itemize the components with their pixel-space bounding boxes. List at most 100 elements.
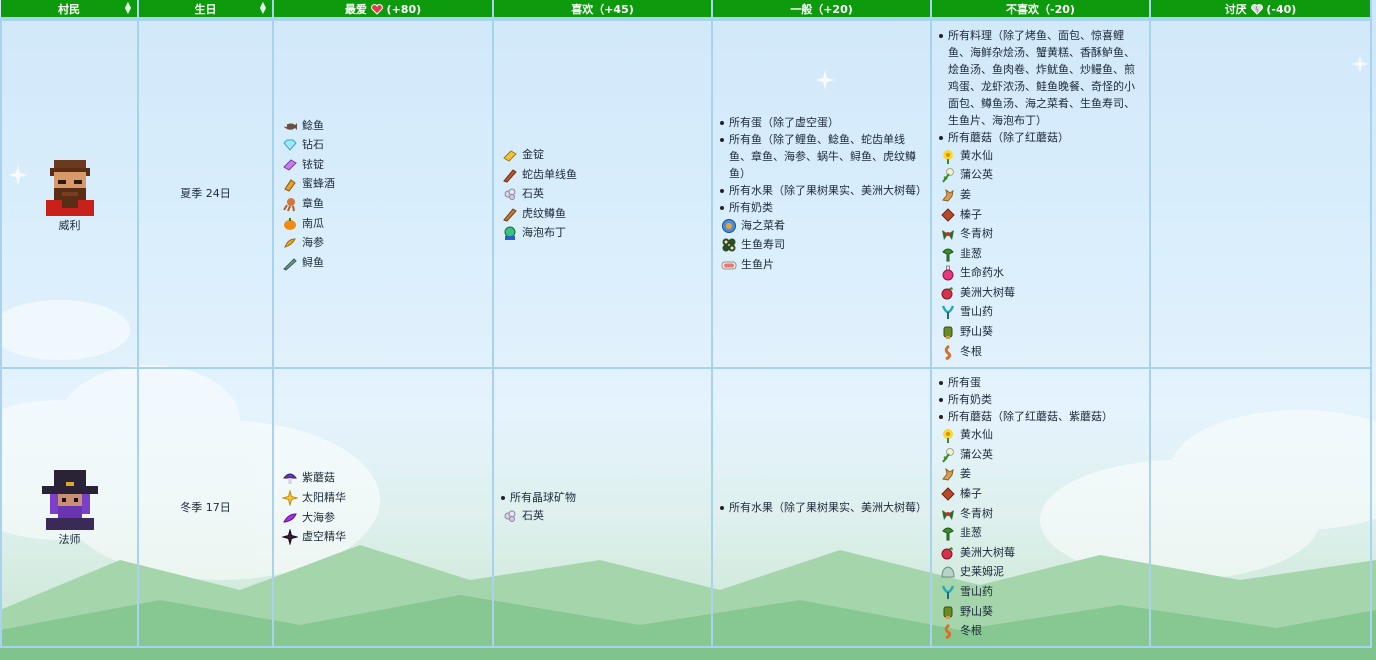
bullet-text: 所有水果（除了果树果实、美洲大树莓） xyxy=(729,183,927,197)
wizard-portrait[interactable] xyxy=(38,466,102,530)
list-item[interactable]: 黄水仙 xyxy=(943,425,1143,445)
bullet-text: 所有蘑菇（除了红蘑菇） xyxy=(948,130,1069,144)
item-label: 钻石 xyxy=(302,138,324,152)
sort-icon[interactable]: ▲ ▼ xyxy=(125,1,131,15)
list-item[interactable]: 韭葱 xyxy=(942,244,1143,264)
list-item[interactable]: 韭葱 xyxy=(942,523,1143,543)
hate-cell xyxy=(1149,18,1372,369)
list-item[interactable]: 海参 xyxy=(284,233,486,253)
void-essence-icon xyxy=(282,529,298,546)
list-item[interactable]: 姜 xyxy=(942,464,1143,484)
list-item[interactable]: 蛇齿单线鱼 xyxy=(503,165,705,185)
list-item[interactable]: 冬青树 xyxy=(942,504,1143,524)
item-label: 冬青树 xyxy=(960,506,993,520)
list-item[interactable]: 生鱼寿司 xyxy=(722,235,924,255)
header-row: 村民 ▲ ▼ 生日 ▲ ▼ 最爱 (+80) 喜欢（+45) 一般（+20) 不喜欢… xyxy=(1,0,1372,21)
item-label: 黄水仙 xyxy=(960,428,993,442)
villager-cell: 法师 xyxy=(0,367,139,648)
list-item[interactable]: 冬根 xyxy=(944,621,1143,641)
list-item[interactable]: 榛子 xyxy=(941,205,1143,225)
list-item[interactable]: 钻石 xyxy=(283,135,486,155)
list-item[interactable]: 生命药水 xyxy=(942,263,1143,283)
list-item[interactable]: 雪山药 xyxy=(941,302,1143,322)
catfish-icon xyxy=(284,122,297,130)
table-row: 法师 冬季 17日 紫蘑菇 太阳精华 大海参 虚空精华 所有晶球矿物 石英 所有… xyxy=(0,367,1372,648)
col-header-like: 喜欢（+45) xyxy=(493,0,713,21)
item-label: 蒲公英 xyxy=(960,447,993,461)
like-cell: 所有晶球矿物 石英 xyxy=(492,367,713,648)
neutral-cell: 所有蛋（除了虚空蛋） 所有鱼（除了鲤鱼、鲶鱼、蛇齿单线鱼、章鱼、海参、蜗牛、鲟鱼… xyxy=(711,18,932,369)
list-item[interactable]: 美洲大树莓 xyxy=(941,543,1143,563)
item-label: 太阳精华 xyxy=(302,490,346,504)
list-item[interactable]: 黄水仙 xyxy=(943,146,1143,166)
list-item[interactable]: 海之菜肴 xyxy=(722,216,924,236)
birthday-cell: 夏季 24日 xyxy=(137,18,274,369)
solar-essence-icon xyxy=(282,489,298,506)
list-item[interactable]: 石英 xyxy=(504,506,705,526)
list-item[interactable]: 蒲公英 xyxy=(942,445,1143,465)
list-item: 所有蛋 xyxy=(939,374,1143,391)
item-label: 虎纹鳟鱼 xyxy=(522,206,566,220)
list-item: 所有奶类 xyxy=(939,391,1143,408)
list-item[interactable]: 蒲公英 xyxy=(942,165,1143,185)
list-item[interactable]: 史莱姆泥 xyxy=(941,562,1143,582)
item-label: 蒲公英 xyxy=(960,168,993,182)
dislike-cell: 所有料理（除了烤鱼、面包、惊喜鲤鱼、海鲜杂烩汤、蟹黄糕、香酥鲈鱼、烩鱼汤、鱼肉卷… xyxy=(930,18,1151,369)
willy-portrait[interactable] xyxy=(38,152,102,217)
list-item[interactable]: 鲟鱼 xyxy=(283,253,486,273)
item-label: 冬根 xyxy=(960,624,982,638)
item-label: 冬根 xyxy=(960,344,982,358)
list-item[interactable]: 大海参 xyxy=(283,508,486,528)
dislike-bullets: 所有蛋 所有奶类 所有蘑菇（除了红蘑菇、紫蘑菇） xyxy=(938,374,1143,425)
hate-cell xyxy=(1149,367,1372,648)
list-item[interactable]: 榛子 xyxy=(941,484,1143,504)
list-item[interactable]: 南瓜 xyxy=(284,214,486,234)
list-item[interactable]: 章鱼 xyxy=(283,194,486,214)
col-header-neutral: 一般（+20) xyxy=(712,0,932,21)
list-item[interactable]: 海泡布丁 xyxy=(504,223,705,243)
villager-name[interactable]: 威利 xyxy=(8,216,131,236)
list-item[interactable]: 紫蘑菇 xyxy=(282,468,486,488)
list-item[interactable]: 生鱼片 xyxy=(721,255,924,275)
list-item[interactable]: 太阳精华 xyxy=(282,488,486,508)
table-row: 威利 夏季 24日 鲶鱼 钻石 铱锭 蜜蜂酒 章鱼 南瓜 海参 鲟鱼 金锭 蛇齿… xyxy=(0,18,1372,369)
item-label: 榛子 xyxy=(960,487,982,501)
list-item[interactable]: 姜 xyxy=(942,185,1143,205)
sturgeon-icon xyxy=(283,258,297,271)
col-header-birthday-label: 生日 xyxy=(194,2,217,16)
bullet-text: 所有奶类 xyxy=(729,200,773,214)
item-label: 南瓜 xyxy=(302,216,324,230)
col-header-hate-label: 讨厌 xyxy=(1224,2,1247,16)
list-item[interactable]: 鲶鱼 xyxy=(284,116,486,136)
super-cucumber-icon xyxy=(283,512,297,523)
list-item[interactable]: 石英 xyxy=(504,184,705,204)
col-header-birthday[interactable]: 生日 ▲ ▼ xyxy=(138,0,274,21)
col-header-dislike-label: 不喜欢（-20) xyxy=(1006,2,1075,16)
bullet-text: 所有蛋（除了虚空蛋） xyxy=(729,115,839,129)
list-item[interactable]: 冬青树 xyxy=(942,224,1143,244)
list-item[interactable]: 野山葵 xyxy=(943,322,1143,342)
list-item[interactable]: 蜜蜂酒 xyxy=(284,174,486,194)
broken-heart-icon xyxy=(1250,3,1263,15)
like-list: 金锭 蛇齿单线鱼 石英 虎纹鳟鱼 海泡布丁 xyxy=(500,145,705,243)
col-header-love-points: (+80) xyxy=(386,2,422,16)
dislike-cell: 所有蛋 所有奶类 所有蘑菇（除了红蘑菇、紫蘑菇） 黄水仙 蒲公英 姜 榛子 冬青… xyxy=(930,367,1151,648)
item-label: 金锭 xyxy=(522,148,544,162)
villager-name[interactable]: 法师 xyxy=(8,530,131,550)
like-bullets: 所有晶球矿物 xyxy=(500,489,705,506)
slime-icon xyxy=(941,566,955,578)
list-item[interactable]: 雪山药 xyxy=(941,582,1143,602)
item-label: 石英 xyxy=(522,187,544,201)
list-item[interactable]: 金锭 xyxy=(503,145,705,165)
item-label: 史莱姆泥 xyxy=(960,565,1004,579)
col-header-villager[interactable]: 村民 ▲ ▼ xyxy=(1,0,139,21)
list-item[interactable]: 铱锭 xyxy=(283,155,486,175)
list-item: 所有蘑菇（除了红蘑菇、紫蘑菇） xyxy=(939,408,1143,425)
list-item[interactable]: 野山葵 xyxy=(943,602,1143,622)
list-item[interactable]: 虚空精华 xyxy=(282,527,486,547)
item-label: 海之菜肴 xyxy=(741,218,785,232)
list-item[interactable]: 冬根 xyxy=(944,342,1143,362)
list-item[interactable]: 美洲大树莓 xyxy=(941,283,1143,303)
sort-icon[interactable]: ▲ ▼ xyxy=(260,1,266,15)
list-item[interactable]: 虎纹鳟鱼 xyxy=(503,204,705,224)
